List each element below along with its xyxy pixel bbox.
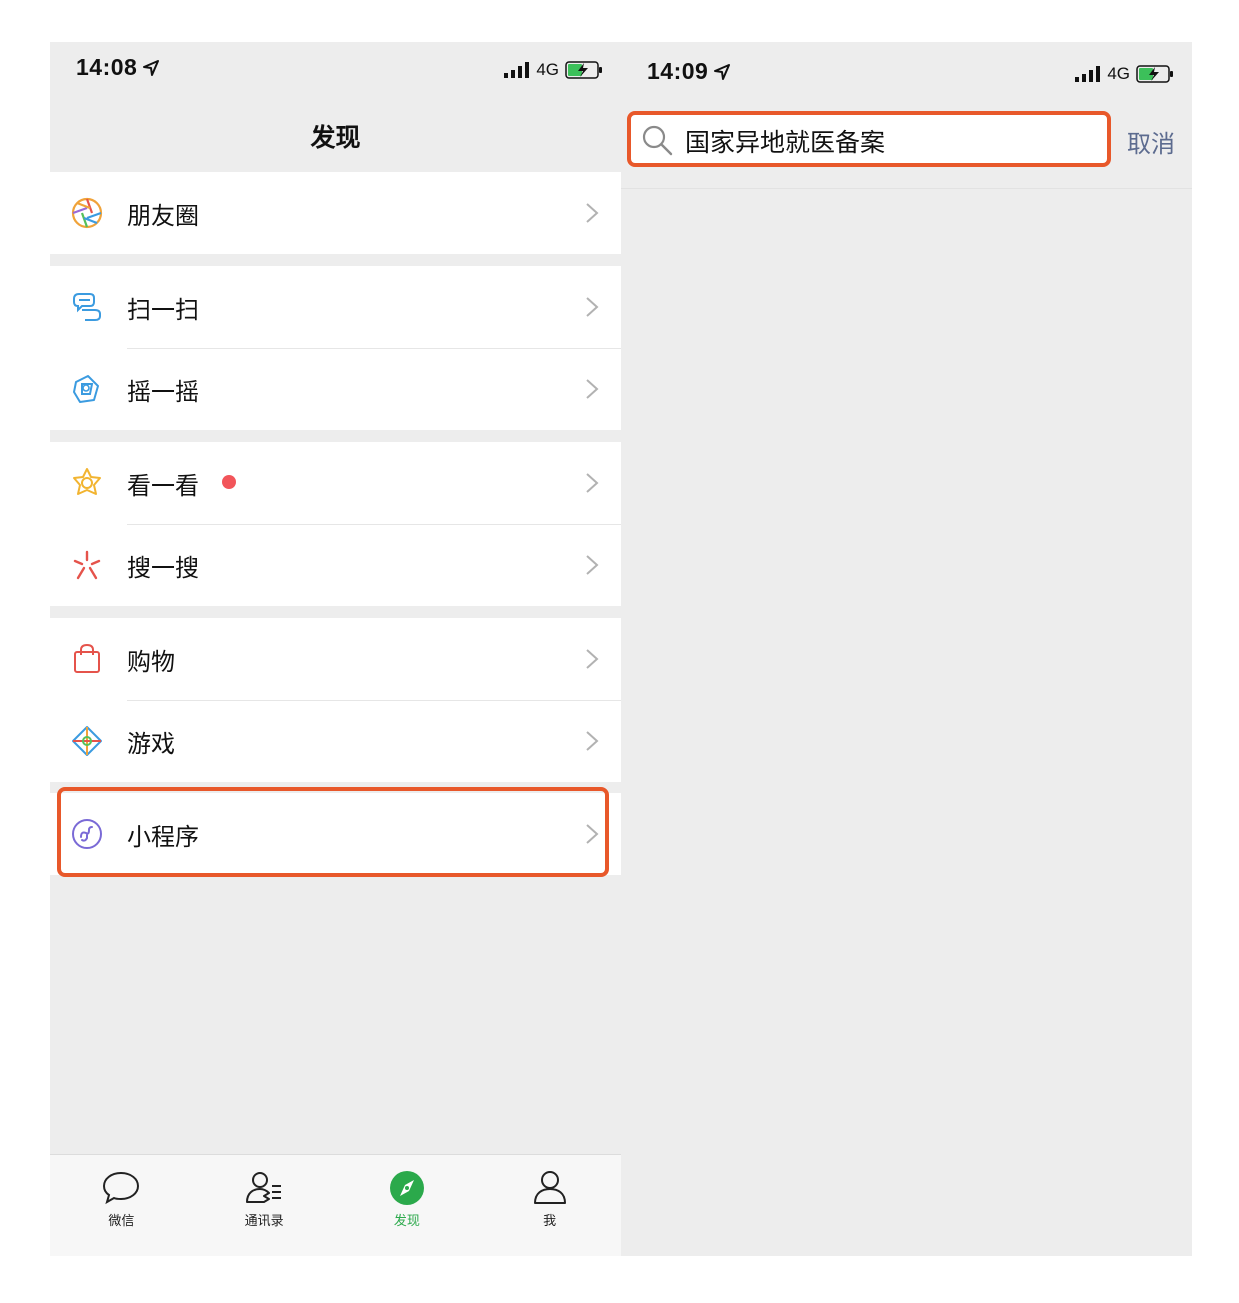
battery-charging-icon: [1136, 65, 1173, 83]
menu-item-shopping[interactable]: 购物: [50, 618, 621, 700]
cancel-button[interactable]: 取消: [1127, 124, 1175, 159]
tab-contacts[interactable]: 通讯录: [193, 1155, 336, 1256]
compass-icon: [389, 1171, 424, 1205]
top-stories-icon: [73, 468, 101, 495]
menu-item-label: 摇一摇: [127, 377, 199, 406]
chevron-right-icon: [586, 203, 599, 223]
chevron-right-icon: [586, 731, 599, 751]
status-time: 14:08: [76, 54, 160, 81]
menu-group-look-search: 看一看 搜一搜: [50, 442, 621, 606]
mini-program-highlight-box: [57, 787, 609, 877]
menu-item-label: 看一看: [127, 471, 199, 500]
menu-item-label: 扫一扫: [127, 295, 199, 324]
menu-item-label: 朋友圈: [127, 201, 199, 230]
tab-bar: 微信 通讯录 发现 我: [50, 1154, 621, 1256]
location-arrow-icon: [714, 63, 731, 80]
shopping-bag-icon: [74, 643, 100, 673]
status-time: 14:09: [647, 58, 731, 85]
tab-me[interactable]: 我: [478, 1155, 621, 1256]
menu-item-label: 购物: [127, 647, 175, 676]
menu-item-moments[interactable]: 朋友圈: [50, 172, 621, 254]
chevron-right-icon: [586, 379, 599, 399]
shake-icon: [73, 375, 99, 403]
menu-group-scan-shake: 扫一扫 摇一摇: [50, 266, 621, 430]
menu-item-games[interactable]: 游戏: [50, 700, 621, 782]
battery-charging-icon: [565, 61, 602, 79]
status-bar: 14:09 4G: [621, 42, 1192, 98]
menu-item-shake[interactable]: 摇一摇: [50, 348, 621, 430]
contacts-icon: [246, 1172, 282, 1203]
tab-label: 发现: [393, 1214, 420, 1229]
chevron-right-icon: [586, 555, 599, 575]
status-indicators: 4G: [504, 60, 603, 80]
person-icon: [533, 1171, 566, 1204]
tab-label: 微信: [108, 1214, 135, 1229]
status-time-text: 14:08: [76, 54, 138, 80]
status-indicators: 4G: [1075, 64, 1174, 84]
menu-item-label: 搜一搜: [127, 553, 199, 582]
signal-icon: [1075, 66, 1101, 82]
signal-icon: [504, 62, 530, 78]
menu-item-scan[interactable]: 扫一扫: [50, 266, 621, 348]
network-type: 4G: [536, 60, 559, 79]
chat-bubble-icon: [103, 1171, 140, 1205]
tab-discover[interactable]: 发现: [336, 1155, 479, 1256]
games-diamond-icon: [72, 726, 102, 756]
search-screen: 14:09 4G 国家异地就医备案 取消: [621, 42, 1192, 1256]
status-time-text: 14:09: [647, 58, 709, 84]
menu-item-label: 游戏: [127, 729, 175, 758]
menu-group-moments: 朋友圈: [50, 172, 621, 254]
scan-icon: [73, 293, 101, 321]
menu-item-top-stories[interactable]: 看一看: [50, 442, 621, 524]
unread-dot: [222, 475, 236, 489]
tab-label: 我: [543, 1214, 557, 1229]
menu-group-shop-games: 购物 游戏: [50, 618, 621, 782]
status-bar: 14:08 4G: [50, 42, 621, 98]
chevron-right-icon: [586, 297, 599, 317]
search-highlight-box: [627, 111, 1111, 167]
page-title: 发现: [310, 123, 361, 152]
tab-chats[interactable]: 微信: [50, 1155, 193, 1256]
network-type: 4G: [1107, 64, 1130, 83]
search-spark-icon: [73, 550, 101, 580]
discover-screen: 14:08 4G 发现 朋友圈 扫一扫 摇一摇 看一看 搜一搜 购物 游戏 小程…: [50, 42, 621, 1256]
moments-aperture-icon: [71, 197, 103, 229]
location-arrow-icon: [143, 59, 160, 76]
chevron-right-icon: [586, 473, 599, 493]
tab-label: 通讯录: [244, 1214, 284, 1229]
chevron-right-icon: [586, 649, 599, 669]
search-divider: [621, 188, 1192, 189]
menu-item-search[interactable]: 搜一搜: [50, 524, 621, 606]
